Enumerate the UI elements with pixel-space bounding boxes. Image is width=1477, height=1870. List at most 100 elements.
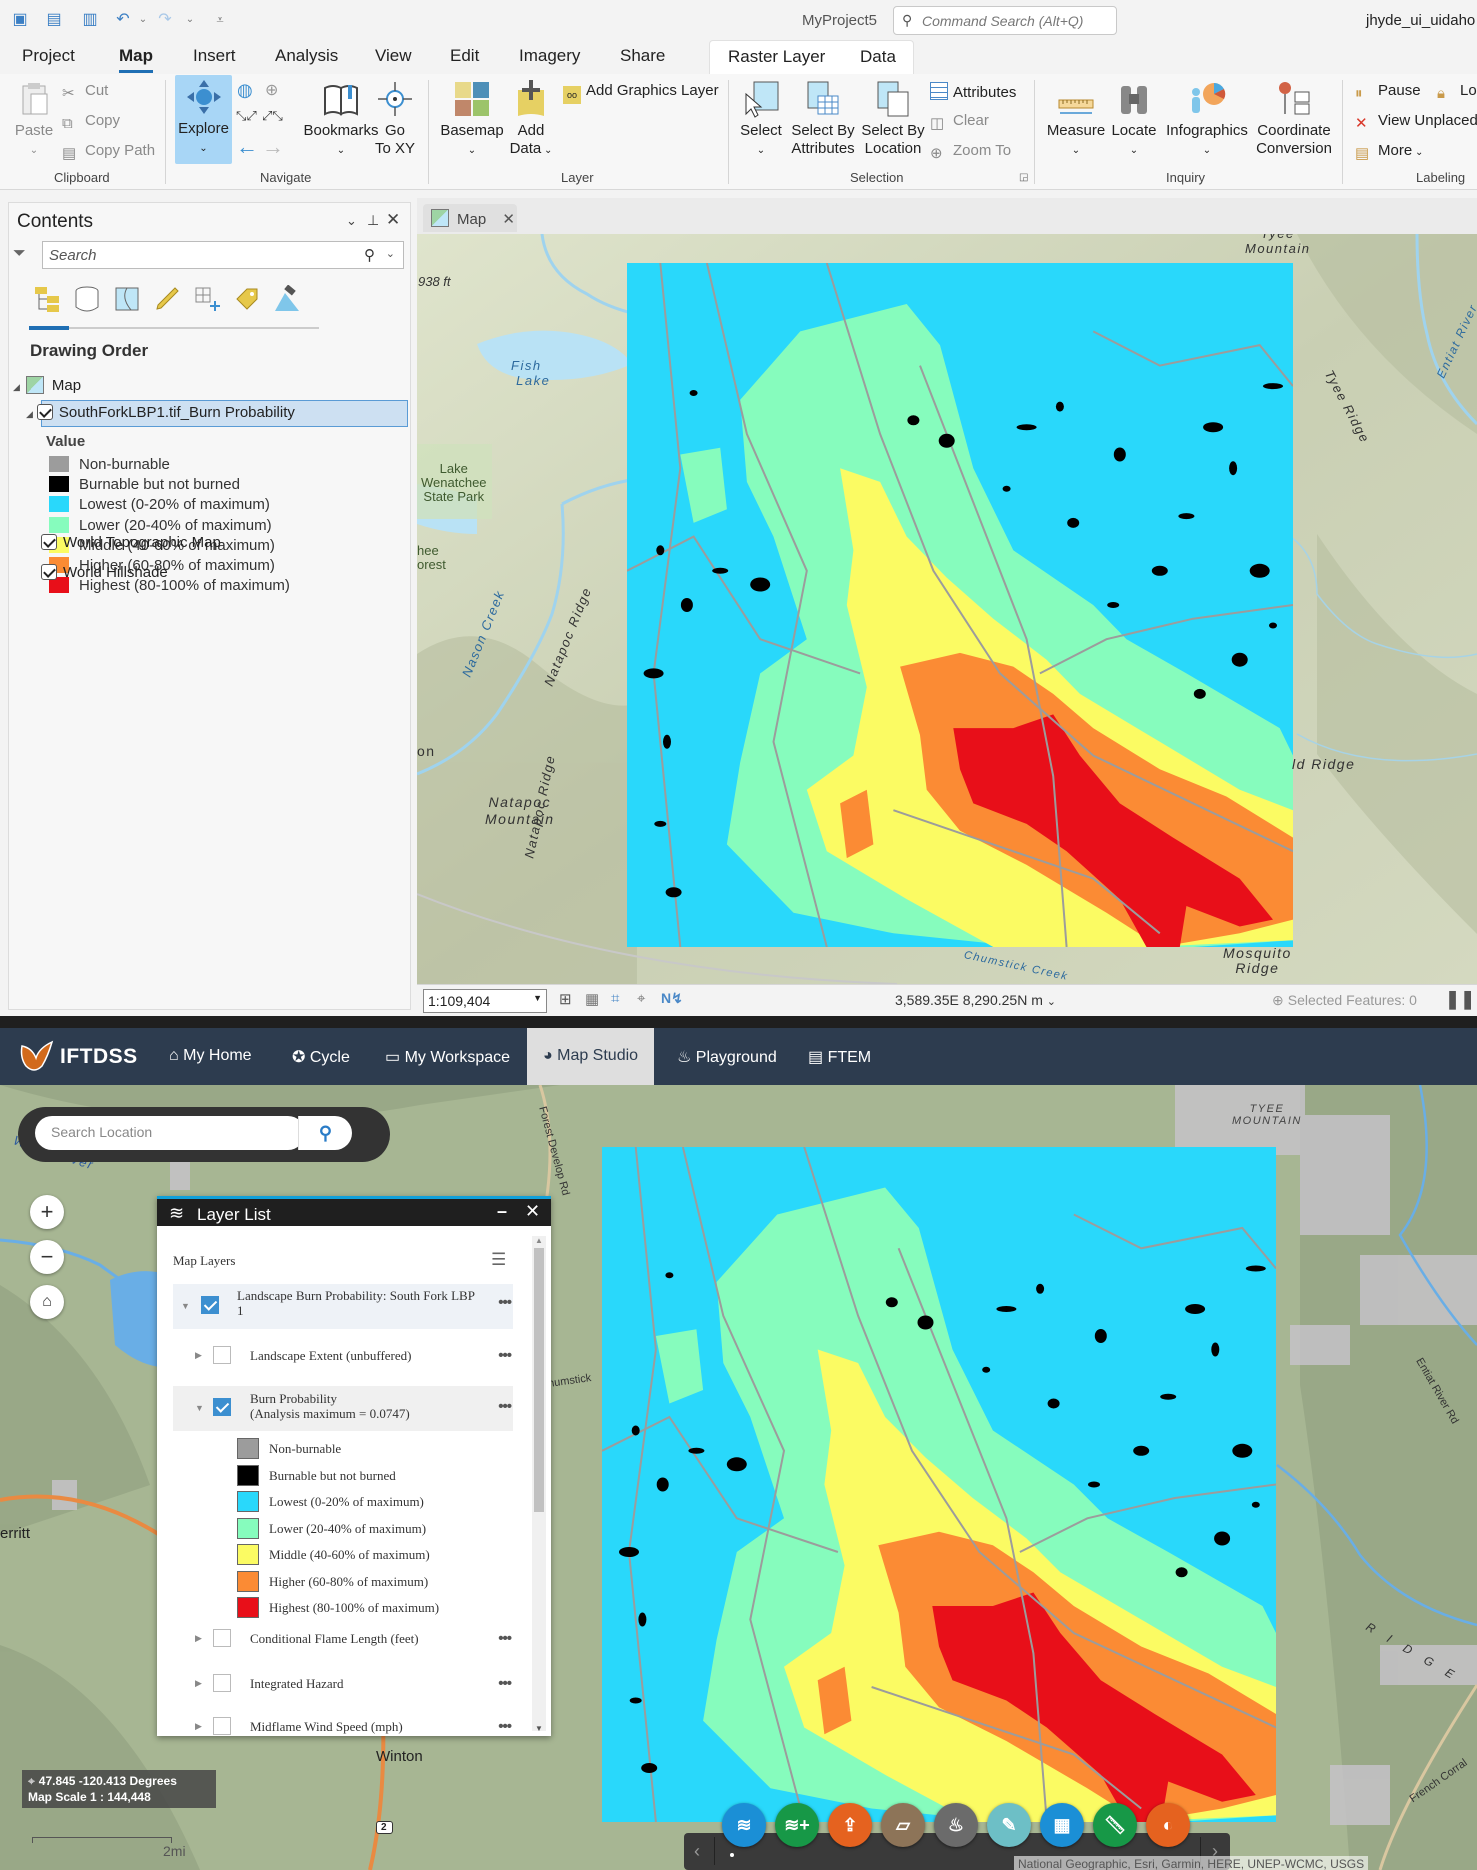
search-location-button[interactable]: ⚲ bbox=[298, 1116, 352, 1150]
select-by-location-button[interactable]: Select By Location bbox=[858, 80, 928, 158]
upload-tool-button[interactable]: ⇪ bbox=[828, 1803, 872, 1847]
layer-row-integrated-hazard[interactable]: ▶ Integrated Hazard ••• bbox=[173, 1667, 513, 1701]
undo-dropdown-icon[interactable]: ⌄ bbox=[133, 10, 153, 30]
chevron-down-icon[interactable]: ⌄ bbox=[386, 247, 395, 260]
command-search-input[interactable]: ⚲ Command Search (Alt+Q) bbox=[893, 6, 1117, 35]
iftdss-logo[interactable]: IFTDSS bbox=[60, 1045, 138, 1069]
redo-icon[interactable]: ↷ bbox=[155, 10, 175, 30]
go-to-xy-button[interactable]: Go To XY bbox=[370, 80, 420, 158]
list-by-selection-icon[interactable] bbox=[113, 285, 141, 313]
tab-analysis[interactable]: Analysis bbox=[275, 46, 338, 66]
list-by-snapping-icon[interactable] bbox=[193, 285, 221, 313]
scroll-up-icon[interactable]: ▲ bbox=[535, 1236, 543, 1245]
view-unplaced-button[interactable]: ✕ View Unplaced bbox=[1355, 112, 1477, 133]
basemap-button[interactable]: Basemap ⌄ bbox=[437, 80, 507, 160]
layer-group-checkbox[interactable] bbox=[201, 1296, 219, 1314]
scroll-down-icon[interactable]: ▼ bbox=[535, 1724, 543, 1733]
new-project-icon[interactable]: ▣ bbox=[10, 10, 30, 30]
labeling-more-button[interactable]: ▤ More ⌄ bbox=[1355, 142, 1423, 163]
filter-icon[interactable]: ⏷ bbox=[13, 245, 26, 263]
tree-layer-world-hillshade[interactable]: World Hillshade bbox=[41, 564, 168, 581]
lock-labeling-button[interactable]: 🔒︎ Lock bbox=[1437, 82, 1477, 103]
selected-features-count[interactable]: ⊕ Selected Features: 0 bbox=[1272, 992, 1417, 1009]
paste-button[interactable]: Paste ⌄ bbox=[12, 80, 56, 160]
expand-triangle-icon[interactable]: ◢ bbox=[13, 382, 20, 392]
cut-button[interactable]: ✂ Cut bbox=[62, 82, 108, 103]
copy-path-button[interactable]: ▤ Copy Path bbox=[62, 142, 155, 163]
tab-insert[interactable]: Insert bbox=[193, 46, 236, 66]
more-options-icon[interactable]: ••• bbox=[498, 1294, 512, 1311]
expand-triangle-icon[interactable]: ▶ bbox=[195, 1633, 202, 1644]
pause-drawing-icon[interactable]: ❚❚ bbox=[1445, 989, 1475, 1010]
more-options-icon[interactable]: ••• bbox=[498, 1630, 512, 1647]
fixed-zoom-out-icon[interactable]: ⤢⤡ bbox=[262, 108, 283, 124]
measure-tool-button[interactable]: 📏︎ bbox=[1093, 1803, 1137, 1847]
tab-imagery[interactable]: Imagery bbox=[519, 46, 580, 66]
layer-row-landscape-extent[interactable]: ▶ Landscape Extent (unbuffered) ••• bbox=[173, 1339, 513, 1373]
layer-group-row[interactable]: ▼ Landscape Burn Probability: South Fork… bbox=[173, 1284, 513, 1329]
layer-checkbox[interactable] bbox=[213, 1674, 231, 1692]
expand-triangle-icon[interactable]: ▶ bbox=[195, 1678, 202, 1689]
tab-edit[interactable]: Edit bbox=[450, 46, 479, 66]
next-extent-icon[interactable]: → bbox=[262, 134, 284, 160]
tree-layer-world-topographic[interactable]: World Topographic Map bbox=[41, 534, 221, 551]
add-map-frame-icon[interactable]: ⊞ bbox=[559, 990, 572, 1008]
copy-button[interactable]: ⧉ Copy bbox=[62, 112, 120, 133]
draw-tool-button[interactable]: ✎ bbox=[987, 1803, 1031, 1847]
layer-checkbox[interactable] bbox=[213, 1717, 231, 1735]
redo-dropdown-icon[interactable]: ⌄ bbox=[180, 10, 200, 30]
grid-icon[interactable]: ▦ bbox=[585, 990, 599, 1008]
close-icon[interactable]: ✕ bbox=[386, 210, 400, 230]
chevron-down-icon[interactable]: ⌄ bbox=[1047, 996, 1056, 1008]
save-project-icon[interactable]: ▥ bbox=[80, 10, 100, 30]
layer-visibility-checkbox[interactable] bbox=[36, 404, 53, 420]
list-by-labeling-icon[interactable] bbox=[233, 285, 261, 313]
selection-options-launcher-icon[interactable]: ◲ bbox=[1019, 172, 1028, 183]
tree-map-node[interactable]: ◢ Map bbox=[13, 376, 81, 394]
open-project-icon[interactable]: ▤ bbox=[44, 10, 64, 30]
more-options-icon[interactable]: ••• bbox=[498, 1347, 512, 1364]
pane-options-icon[interactable]: ⌄ bbox=[346, 213, 357, 229]
user-name[interactable]: jhyde_ui_uidaho bbox=[1366, 12, 1475, 29]
expand-triangle-icon[interactable]: ◢ bbox=[26, 409, 33, 419]
layer-visibility-checkbox[interactable] bbox=[41, 564, 57, 580]
map-scale-dropdown[interactable]: 1:109,404 ▼ bbox=[423, 989, 547, 1013]
expand-triangle-icon[interactable]: ▶ bbox=[195, 1721, 202, 1732]
close-icon[interactable]: ✕ bbox=[502, 211, 515, 228]
list-by-source-icon[interactable] bbox=[73, 285, 101, 313]
bookmarks-button[interactable]: Bookmarks ⌄ bbox=[303, 80, 379, 160]
more-options-icon[interactable]: ••• bbox=[498, 1675, 512, 1692]
tab-raster-layer[interactable]: Raster Layer bbox=[728, 47, 825, 67]
layer-visibility-checkbox[interactable] bbox=[41, 534, 57, 550]
add-layer-tool-button[interactable]: ≋+ bbox=[775, 1803, 819, 1847]
expand-triangle-icon[interactable]: ▶ bbox=[195, 1350, 202, 1361]
tab-project[interactable]: Project bbox=[22, 46, 75, 66]
measure-button[interactable]: Measure ⌄ bbox=[1044, 80, 1108, 160]
pause-labeling-button[interactable]: ⏸ Pause bbox=[1355, 82, 1421, 103]
layer-row-burn-probability[interactable]: ▼ Burn Probability (Analysis maximum = 0.… bbox=[173, 1386, 513, 1431]
tab-map[interactable]: Map bbox=[119, 46, 153, 73]
collapse-triangle-icon[interactable]: ▼ bbox=[195, 1403, 204, 1413]
toolbar-prev-icon[interactable]: ‹ bbox=[694, 1841, 700, 1862]
zoom-to-selection-button[interactable]: ⊕ Zoom To bbox=[930, 142, 1011, 163]
add-graphics-layer-button[interactable]: oo Add Graphics Layer bbox=[563, 82, 719, 104]
fire-tool-button[interactable]: ♨ bbox=[934, 1803, 978, 1847]
snapping-icon[interactable]: ⌗ bbox=[611, 990, 619, 1007]
select-by-attributes-button[interactable]: Select By Attributes bbox=[788, 80, 858, 158]
iftdss-map[interactable]: White River TYEEMOUNTAIN erritt Winton 2… bbox=[0, 1085, 1477, 1870]
layer-options-icon[interactable]: ☰ bbox=[491, 1250, 506, 1270]
zoom-out-button[interactable]: − bbox=[30, 1240, 64, 1274]
style-tool-button[interactable]: ◐ bbox=[1146, 1803, 1190, 1847]
nav-ftem[interactable]: ▤ FTEM bbox=[808, 1047, 871, 1067]
explore-button-content[interactable]: Explore ⌄ bbox=[175, 78, 232, 158]
search-location-input[interactable]: Search Location bbox=[35, 1116, 305, 1150]
nav-my-home[interactable]: ⌂ My Home bbox=[169, 1047, 252, 1065]
layer-checkbox[interactable] bbox=[213, 1346, 231, 1364]
more-options-icon[interactable]: ••• bbox=[498, 1398, 512, 1415]
pin-icon[interactable]: ⊥ bbox=[367, 212, 379, 229]
home-extent-button[interactable]: ⌂ bbox=[30, 1285, 64, 1319]
infographics-button[interactable]: Infographics ⌄ bbox=[1160, 80, 1254, 160]
list-by-editing-icon[interactable] bbox=[153, 285, 181, 313]
customize-icon[interactable]: ⩡ bbox=[210, 10, 230, 30]
tree-layer-burn-probability[interactable]: ◢ SouthForkLBP1.tif_Burn Probability bbox=[26, 404, 295, 421]
